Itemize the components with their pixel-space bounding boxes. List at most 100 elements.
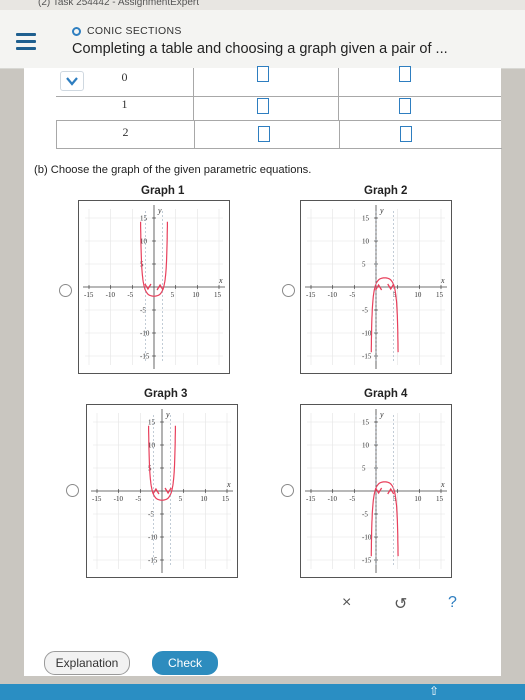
graph-3-title: Graph 3 xyxy=(144,388,188,400)
x-tick-label: -5 xyxy=(135,495,141,503)
menu-icon[interactable] xyxy=(16,33,36,54)
x-axis-label: x xyxy=(440,276,445,285)
t-value: 1 xyxy=(121,97,128,111)
table-row: 1 xyxy=(56,92,501,121)
topic-text: CONIC SECTIONS xyxy=(87,25,182,37)
topic-status-icon xyxy=(72,27,81,36)
y-tick-label: -15 xyxy=(362,353,372,361)
x-answer-box[interactable] xyxy=(258,126,270,142)
clear-icon[interactable]: × xyxy=(342,594,351,612)
y-tick-label: 10 xyxy=(362,238,370,246)
y-axis-label: y xyxy=(379,206,384,215)
parametric-curve xyxy=(370,277,399,353)
coordinate-plane: xy-15 -10 -5 5 10 1515105-5-10-15 xyxy=(91,409,233,573)
y-tick-label: -5 xyxy=(362,511,368,519)
y-tick-label: 15 xyxy=(148,419,156,427)
x-axis-label: x xyxy=(226,480,231,489)
table-row: 2 xyxy=(56,120,502,149)
graph-3-plot: x y -15 -10 -5 5 10 15 15 10 5 -5 -10 -15 xyxy=(86,404,238,578)
bottom-bar: ⇧ xyxy=(0,684,525,700)
direction-arrow xyxy=(164,487,172,495)
graph-4-radio[interactable] xyxy=(281,484,294,497)
topic-label: CONIC SECTIONS xyxy=(72,25,182,37)
browser-tab-strip: (2) Task 254442 - AssignmentExpert xyxy=(0,0,525,10)
y-tick-label: 15 xyxy=(140,215,148,223)
y-tick-label: 5 xyxy=(362,261,366,269)
parametric-curve xyxy=(370,481,399,557)
y-tick-label: -15 xyxy=(148,557,158,565)
explanation-button[interactable]: Explanation xyxy=(44,651,130,675)
y-tick-label: 15 xyxy=(362,215,370,223)
x-tick-label: -10 xyxy=(328,291,338,299)
y-tick-label: -15 xyxy=(362,557,372,565)
direction-arrow xyxy=(152,487,160,495)
graph-3-radio[interactable] xyxy=(66,484,79,497)
x-tick-label: -10 xyxy=(106,291,116,299)
part-b-prompt: (b) Choose the graph of the given parame… xyxy=(34,164,312,176)
x-tick-label: -15 xyxy=(92,495,102,503)
share-icon[interactable]: ⇧ xyxy=(429,684,439,698)
direction-arrow xyxy=(375,283,383,291)
x-tick-label: -5 xyxy=(349,291,355,299)
problem-content: 0 1 2 (b) Choose the graph of the given … xyxy=(24,66,502,676)
coordinate-plane: xy-15 -10 -5 5 10 1515105-5-10-15 xyxy=(305,205,447,369)
browser-tab-title: (2) Task 254442 - AssignmentExpert xyxy=(38,0,200,8)
coordinate-plane: xy-15 -10 -5 5 10 1515105-5-10-15 xyxy=(83,205,225,369)
direction-arrow xyxy=(375,487,383,495)
x-tick-label: -15 xyxy=(306,495,316,503)
x-answer-box[interactable] xyxy=(257,66,269,82)
t-value: 0 xyxy=(121,70,128,84)
x-tick-label: 15 xyxy=(214,291,222,299)
problem-title: Completing a table and choosing a graph … xyxy=(72,41,448,57)
direction-arrow xyxy=(387,487,395,495)
x-tick-label: 10 xyxy=(192,291,200,299)
graph-4-plot: x y -15 -10 -5 5 10 15 15 10 5 -5 -10 -15 xyxy=(300,404,452,578)
x-tick-label: 10 xyxy=(414,495,422,503)
x-tick-label: 15 xyxy=(436,495,444,503)
y-tick-label: 10 xyxy=(362,442,370,450)
x-answer-box[interactable] xyxy=(257,98,269,114)
x-axis-label: x xyxy=(440,480,445,489)
x-tick-label: -10 xyxy=(328,495,338,503)
x-tick-label: -5 xyxy=(349,495,355,503)
assignment-header: CONIC SECTIONS Completing a table and ch… xyxy=(0,10,525,69)
y-tick-label: -10 xyxy=(362,534,372,542)
graph-1-plot: x y -15 -10 -5 5 10 15 15 10 5 -5 -10 -15 xyxy=(78,200,230,374)
y-answer-box[interactable] xyxy=(399,66,411,82)
y-tick-label: 5 xyxy=(362,465,366,473)
y-axis-label: y xyxy=(157,206,162,215)
x-axis-label: x xyxy=(218,276,223,285)
graph-2-radio[interactable] xyxy=(282,284,295,297)
x-tick-label: -5 xyxy=(127,291,133,299)
y-axis-label: y xyxy=(165,410,170,419)
y-tick-label: -10 xyxy=(140,330,150,338)
coordinate-plane: xy-15 -10 -5 5 10 1515105-5-10-15 xyxy=(305,409,447,573)
y-answer-box[interactable] xyxy=(399,98,411,114)
check-button[interactable]: Check xyxy=(152,651,218,675)
y-tick-label: -10 xyxy=(148,534,158,542)
graph-2-plot: x y -15 -10 -5 5 10 15 15 10 5 -5 -10 -15 xyxy=(300,200,452,374)
y-answer-box[interactable] xyxy=(400,126,412,142)
x-tick-label: 10 xyxy=(200,495,208,503)
x-tick-label: 15 xyxy=(436,291,444,299)
x-tick-label: 5 xyxy=(179,495,183,503)
x-tick-label: -15 xyxy=(84,291,94,299)
x-tick-label: 5 xyxy=(171,291,175,299)
t-value: 2 xyxy=(122,125,129,139)
help-icon[interactable]: ? xyxy=(448,594,457,612)
direction-arrow xyxy=(387,283,395,291)
y-tick-label: -15 xyxy=(140,353,150,361)
y-tick-label: -5 xyxy=(362,307,368,315)
undo-icon[interactable]: ↺ xyxy=(394,594,407,614)
x-tick-label: -10 xyxy=(114,495,124,503)
y-axis-label: y xyxy=(379,410,384,419)
x-tick-label: 15 xyxy=(222,495,230,503)
graph-1-title: Graph 1 xyxy=(141,185,185,197)
direction-arrow xyxy=(144,283,152,291)
graph-2-title: Graph 2 xyxy=(364,185,408,197)
graph-1-radio[interactable] xyxy=(59,284,72,297)
y-tick-label: 15 xyxy=(362,419,370,427)
y-tick-label: -10 xyxy=(362,330,372,338)
x-tick-label: 10 xyxy=(414,291,422,299)
direction-arrow xyxy=(156,283,164,291)
